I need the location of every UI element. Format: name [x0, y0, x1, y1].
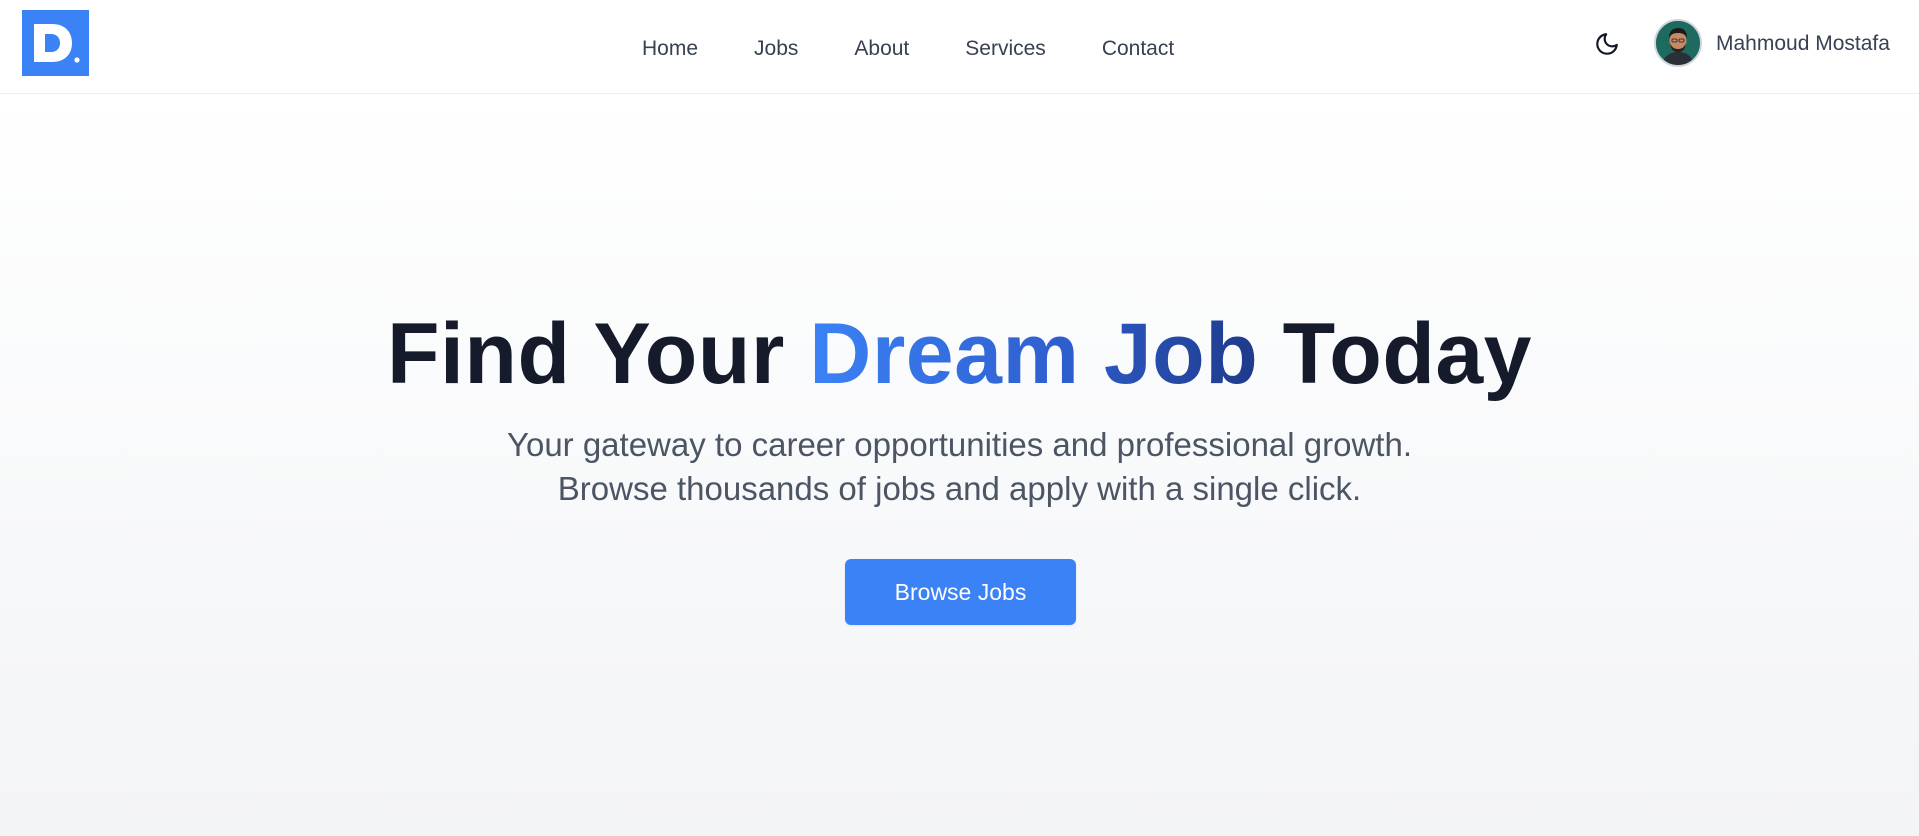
hero-section: Find Your Dream Job Today Your gateway t…: [0, 95, 1919, 836]
brand-logo-icon[interactable]: [22, 10, 89, 76]
hero-title-suffix: Today: [1282, 306, 1533, 402]
nav-link-about[interactable]: About: [854, 36, 909, 59]
top-navbar: Home Jobs About Services Contact Mahmoud…: [0, 0, 1919, 94]
theme-toggle-button[interactable]: [1591, 28, 1623, 60]
hero-title-accent: Dream Job: [809, 306, 1259, 402]
main-nav: Home Jobs About Services Contact: [642, 0, 1174, 94]
user-name[interactable]: Mahmoud Mostafa: [1716, 33, 1890, 54]
hero-title-prefix: Find Your: [386, 306, 785, 402]
hero-subtitle: Your gateway to career opportunities and…: [0, 423, 1919, 511]
user-menu[interactable]: Mahmoud Mostafa: [1654, 19, 1890, 67]
hero-subtitle-line-2: Browse thousands of jobs and apply with …: [557, 470, 1362, 507]
nav-link-services[interactable]: Services: [965, 36, 1046, 59]
nav-link-contact[interactable]: Contact: [1102, 36, 1174, 59]
nav-link-home[interactable]: Home: [642, 36, 698, 59]
hero-subtitle-line-1: Your gateway to career opportunities and…: [506, 426, 1412, 463]
browse-jobs-button[interactable]: Browse Jobs: [845, 559, 1076, 625]
hero-title: Find Your Dream Job Today: [0, 307, 1919, 402]
avatar[interactable]: [1654, 19, 1702, 67]
nav-link-jobs[interactable]: Jobs: [754, 36, 798, 59]
moon-icon: [1596, 33, 1618, 55]
